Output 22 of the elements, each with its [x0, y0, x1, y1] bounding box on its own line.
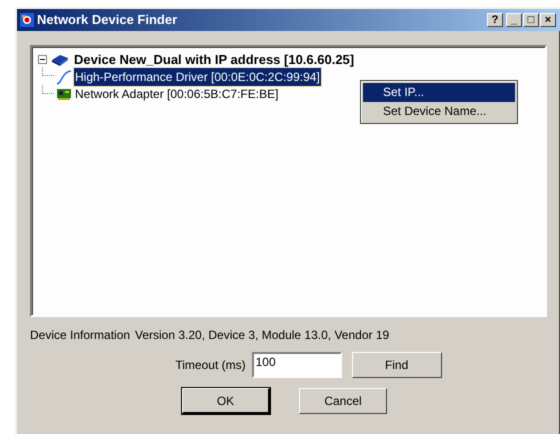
device-icon [50, 52, 70, 66]
minimize-button[interactable]: _ [506, 13, 522, 27]
tree-item[interactable]: High-Performance Driver [00:0E:0C:2C:99:94] [74, 68, 321, 86]
close-button[interactable]: × [540, 13, 556, 27]
timeout-field[interactable]: 100 [252, 352, 342, 378]
tree-item[interactable]: Device New_Dual with IP address [10.6.60.25] [73, 50, 356, 70]
collapse-toggle[interactable] [38, 55, 47, 64]
ok-button[interactable]: OK [182, 388, 270, 414]
help-button[interactable]: ? [487, 13, 503, 27]
curve-icon [56, 68, 72, 84]
maximize-button[interactable]: □ [523, 13, 539, 27]
info-value: Version 3.20, Device 3, Module 13.0, Vendor 19 [135, 327, 390, 344]
app-icon [19, 12, 35, 28]
network-card-icon [56, 86, 72, 100]
window-title: Network Device Finder [37, 11, 178, 30]
cancel-button[interactable]: Cancel [299, 388, 387, 414]
tree-item[interactable]: Network Adapter [00:06:5B:C7:FE:BE] [74, 84, 280, 102]
menu-item[interactable]: Set Device Name... [363, 102, 515, 121]
timeout-label: Timeout (ms) [175, 357, 246, 374]
menu-item[interactable]: Set IP... [363, 83, 515, 102]
info-label: Device Information [30, 327, 132, 344]
find-button[interactable]: Find [352, 352, 442, 378]
